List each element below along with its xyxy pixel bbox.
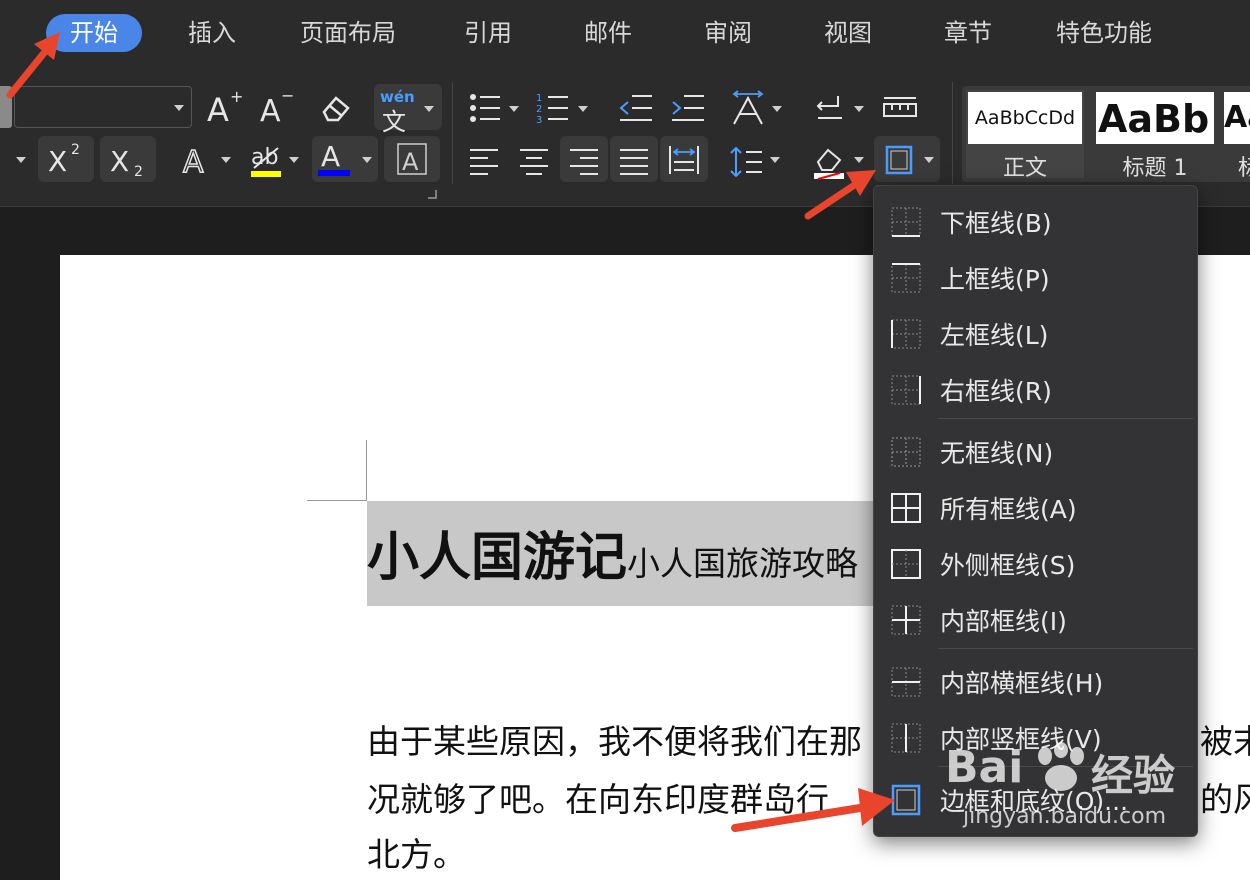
arrow-to-borders-and-shading xyxy=(731,788,895,832)
annotation-arrows xyxy=(6,32,895,832)
arrow-to-home-tab xyxy=(6,32,60,99)
arrow-to-borders-button xyxy=(804,170,876,220)
